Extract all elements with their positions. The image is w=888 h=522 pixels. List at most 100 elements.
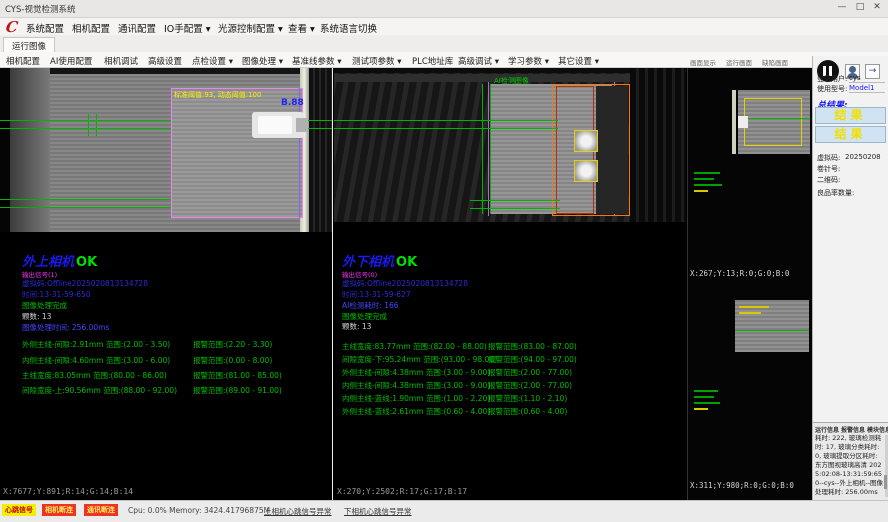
- tool-plc-address[interactable]: PLC地址库: [412, 55, 453, 67]
- virtual-code-value: 20250208: [845, 153, 881, 161]
- middle-count-text: 颗数: 13: [342, 321, 371, 332]
- thumb-overlay-textline: [739, 312, 761, 314]
- baseline-guide-line: [334, 128, 558, 129]
- thumbnail-camera-3[interactable]: [738, 90, 810, 154]
- thumb-result-textline: [694, 390, 718, 392]
- alarm-range: 报警范围:(94.00 - 97.00): [488, 354, 577, 365]
- alarm-range: 报警范围:(1.10 - 2.10): [488, 393, 567, 404]
- close-button[interactable]: ✕: [869, 2, 885, 12]
- image-right-band: [630, 68, 686, 222]
- view-option-defect[interactable]: 缺陷画面: [762, 57, 788, 67]
- menu-io-config[interactable]: IO手配置 ▾: [164, 21, 211, 35]
- guide-line-vertical: [490, 84, 491, 214]
- menu-system-config[interactable]: 系统配置: [26, 21, 64, 35]
- baseline-guide-line: [334, 120, 558, 121]
- guide-line-vertical: [482, 84, 483, 214]
- yield-count-label: 良品率数量:: [817, 188, 854, 198]
- log-tab-module[interactable]: 模块信息: [867, 425, 888, 434]
- tool-camera-debug[interactable]: 相机调试: [104, 55, 138, 67]
- left-process-done: 图像处理完成: [22, 300, 67, 311]
- log-panel: 运行信息 报警信息 模块信息 耗时: 222, 玻璃检测耗时: 17, 玻璃分类…: [813, 422, 888, 500]
- tab-strip: 运行图像: [0, 35, 888, 52]
- model-value: Model1: [849, 84, 885, 93]
- user-icon: [849, 66, 856, 73]
- right-sidebar: → 登录用户: cys 使用型号: Model1 总结果: 结果 结果 虚拟码:…: [812, 56, 888, 500]
- tool-advanced[interactable]: 高级设置: [148, 55, 182, 67]
- image-right-band: [309, 68, 332, 232]
- title-bar: CYS-视觉检测系统 — □ ✕: [0, 0, 888, 18]
- middle-ai-time: AI检测耗时: 166: [342, 300, 399, 311]
- measurement-row: 主线宽度:83.77mm 范围:(82.00 - 88.00): [342, 341, 487, 352]
- alarm-range: 报警范围:(81.00 - 85.00): [193, 370, 282, 381]
- alarm-range: 报警范围:(0.00 - 8.00): [193, 355, 272, 366]
- thumb-blob: [738, 116, 748, 128]
- left-camera-image[interactable]: 标准阈值:93, 动态阈值:100 B.88: [0, 68, 332, 232]
- middle-camera-name: 外下相机: [342, 255, 394, 270]
- menu-view[interactable]: 查看 ▾: [288, 21, 315, 35]
- comm-disc-badge: 通讯断连: [84, 504, 118, 516]
- maximize-button[interactable]: □: [852, 2, 868, 12]
- measurement-row: 外侧主线-间隙:4.38mm 范围:(3.00 - 9.00): [342, 367, 490, 378]
- thumb-result-textline: [694, 178, 714, 180]
- thumb-result-textline: [694, 172, 720, 174]
- middle-time-text: 时间:13-31-59-627: [342, 289, 411, 300]
- left-count-text: 颗数: 13: [22, 311, 51, 322]
- menu-comm-config[interactable]: 通讯配置: [118, 21, 156, 35]
- thumb-overlay-textline: [739, 306, 769, 308]
- measurement-row: 内侧主线-间隙:4.60mm 范围:(3.00 - 6.00): [22, 355, 170, 366]
- tool-image-process[interactable]: 图像处理 ▾: [242, 55, 283, 67]
- menu-camera-config[interactable]: 相机配置: [72, 21, 110, 35]
- main-area: 标准阈值:93, 动态阈值:100 B.88 外上相机OK 输出信号(1) 虚拟…: [0, 68, 812, 500]
- tool-ai-config[interactable]: AI使用配置: [50, 55, 92, 67]
- measurement-row: 主线宽度:83.05mm 范围:(80.00 - 86.00): [22, 370, 167, 381]
- log-scrollbar-thumb[interactable]: [884, 475, 887, 489]
- view-option-run[interactable]: 运行画面: [726, 57, 752, 67]
- baseline-guide-line: [470, 208, 560, 209]
- minimize-button[interactable]: —: [834, 2, 850, 12]
- tool-spot-check[interactable]: 点检设置 ▾: [192, 55, 233, 67]
- thumb-guide-line: [738, 118, 810, 119]
- lower-camera-warning[interactable]: 下相机心跳信号异常: [344, 506, 412, 517]
- thumb-result-textline: [694, 402, 720, 404]
- thumb1-pixel-coords: X:267;Y:13;R:0;G:0;B:0: [690, 269, 789, 278]
- log-tab-run[interactable]: 运行信息: [815, 425, 839, 434]
- tool-test-param[interactable]: 测试项参数 ▾: [352, 55, 401, 67]
- tool-adv-debug[interactable]: 高级调试 ▾: [458, 55, 499, 67]
- view-option-display[interactable]: 画面显示: [690, 57, 716, 67]
- brand-logo-icon: C: [5, 18, 19, 36]
- left-barcode-text: 虚拟码:Offline2025020813134728: [22, 278, 148, 289]
- left-result-title: 外上相机OK: [22, 251, 97, 270]
- virtual-code-label: 虚拟码:: [817, 153, 840, 163]
- model-label: 使用型号:: [817, 84, 847, 94]
- tool-baseline-param[interactable]: 基准线参数 ▾: [292, 55, 341, 67]
- middle-camera-image[interactable]: AI检测图像: [334, 68, 686, 222]
- tab-run-image[interactable]: 运行图像: [3, 37, 55, 52]
- tool-learn-param[interactable]: 学习参数 ▾: [508, 55, 549, 67]
- left-result-status: OK: [74, 255, 97, 270]
- tool-other-settings[interactable]: 其它设置 ▾: [558, 55, 599, 67]
- guide-tick: [96, 114, 97, 136]
- menu-light-config[interactable]: 光源控制配置 ▾: [218, 21, 283, 35]
- upper-camera-warning[interactable]: 上相机心跳信号异常: [264, 506, 332, 517]
- connector-core: [258, 116, 292, 134]
- alarm-range: 报警范围:(83.00 - 87.00): [488, 341, 577, 352]
- guide-tick: [88, 114, 89, 136]
- cpu-memory-text: Cpu: 0.0% Memory: 3424.41796875M: [128, 506, 270, 515]
- defect-spot: [574, 160, 598, 182]
- alarm-range: 报警范围:(2.00 - 77.00): [488, 380, 572, 391]
- log-tab-alarm[interactable]: 报警信息: [841, 425, 865, 434]
- baseline-guide-line: [470, 200, 560, 201]
- tool-camera-config[interactable]: 相机配置: [6, 55, 40, 67]
- measurement-row: 内侧主线-蓝线:1.90mm 范围:(1.00 - 2.20): [342, 393, 490, 404]
- login-user-value: cys: [849, 74, 885, 83]
- app-window: CYS-视觉检测系统 — □ ✕ C 系统配置 相机配置 通讯配置 IO手配置 …: [0, 0, 888, 522]
- thumbnail-camera-4[interactable]: [735, 300, 809, 352]
- result-box-2: 结果: [815, 126, 886, 143]
- alarm-range: 报警范围:(2.00 - 77.00): [488, 367, 572, 378]
- alarm-range: 报警范围:(89.00 - 91.00): [193, 385, 282, 396]
- left-camera-name: 外上相机: [22, 255, 74, 270]
- thumbnail-column: X:267;Y:13;R:0;G:0;B:0 X:311;Y:980;R:0;G…: [688, 68, 812, 500]
- measurement-row: 外侧主线-间隙:2.91mm 范围:(2.00 - 3.50): [22, 339, 170, 350]
- menu-language-switch[interactable]: 系统语言切换: [320, 21, 377, 35]
- middle-pixel-coords: X:270;Y:2502;R:17;G:17;B:17: [337, 487, 467, 496]
